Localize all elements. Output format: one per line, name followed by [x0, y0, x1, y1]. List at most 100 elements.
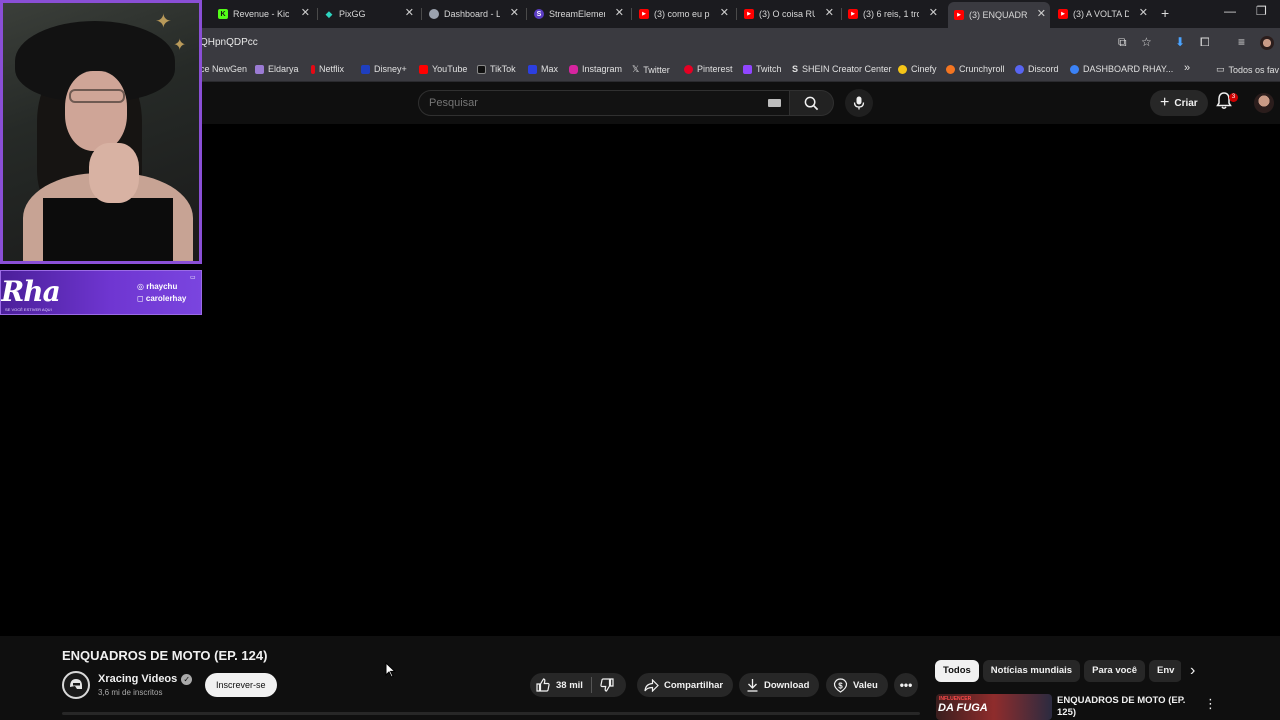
bookmark-label: Netflix: [319, 64, 345, 74]
bookmark-twitch[interactable]: Twitch: [743, 64, 782, 74]
minimize-icon[interactable]: —: [1224, 4, 1236, 18]
search-button[interactable]: [790, 90, 834, 116]
chip-env[interactable]: Env: [1149, 660, 1181, 682]
channel-name[interactable]: Xracing Videos ✓: [98, 673, 193, 685]
bookmark-pinterest[interactable]: Pinterest: [684, 64, 733, 74]
bookmark-max[interactable]: Max: [528, 64, 558, 74]
tab-youtube-active[interactable]: ▶ (3) ENQUADRO ✕: [948, 2, 1050, 28]
bookmark-label: DASHBOARD RHAY...: [1083, 64, 1174, 74]
tab-dashboard[interactable]: Dashboard - L ✕: [429, 4, 523, 24]
tiktok-icon: [477, 64, 486, 74]
bookmark-tiktok[interactable]: TikTok: [477, 64, 516, 74]
bookmark-label: Instagram: [582, 64, 623, 74]
extensions-icon[interactable]: ⧠: [1200, 35, 1210, 50]
share-icon: [644, 678, 659, 692]
close-tab-icon[interactable]: ✕: [720, 6, 729, 19]
subscribe-button[interactable]: Inscrever-se: [205, 673, 277, 697]
tab-title: (3) ENQUADRO: [969, 10, 1027, 20]
bookmark-twitter[interactable]: 𝕏 Twitter: [632, 64, 670, 75]
menu-icon[interactable]: ≡: [1238, 35, 1245, 49]
share-button[interactable]: Compartilhar: [637, 673, 734, 697]
dislike-button[interactable]: [600, 678, 614, 692]
url-text[interactable]: QHpnQDPcc: [200, 37, 258, 48]
close-tab-icon[interactable]: ✕: [615, 6, 624, 19]
bookmark-eldarya[interactable]: Eldarya: [255, 64, 299, 74]
vertical-dots-icon[interactable]: ⋮: [1204, 696, 1217, 712]
webcam-glasses: [69, 89, 125, 103]
bookmark-instagram[interactable]: Instagram: [569, 64, 622, 74]
voice-search-button[interactable]: [845, 89, 873, 117]
account-avatar[interactable]: [1254, 93, 1274, 113]
share-label: Compartilhar: [664, 679, 724, 691]
notification-count-badge: 3: [1229, 93, 1238, 102]
bookmark-disney[interactable]: Disney+: [361, 64, 407, 74]
tab-title: (3) 6 reis, 1 tro: [863, 9, 919, 19]
video-info: ENQUADROS DE MOTO (EP. 124) Xracing Vide…: [0, 636, 1280, 720]
bookmark-cinefy[interactable]: Cinefy: [898, 64, 937, 74]
cast-icon[interactable]: ⧉: [1118, 35, 1127, 50]
recommendation-title[interactable]: ENQUADROS DE MOTO (EP. 125): [1057, 695, 1197, 719]
new-tab-icon[interactable]: +: [1161, 5, 1169, 21]
recommendation-thumbnail[interactable]: INFLUENCER DA FUGA: [936, 694, 1052, 720]
download-button[interactable]: Download: [739, 673, 820, 697]
download-icon[interactable]: ⬇: [1175, 35, 1185, 49]
more-bookmarks-icon[interactable]: »: [1184, 62, 1190, 74]
tab-streamelements[interactable]: S StreamElement ✕: [534, 4, 628, 24]
bookmark-netflix[interactable]: Netflix: [311, 64, 344, 74]
close-tab-icon[interactable]: ✕: [1139, 6, 1148, 19]
youtube-icon: ▶: [954, 10, 964, 20]
youtube-icon: ▶: [744, 9, 754, 19]
chip-todos[interactable]: Todos: [935, 660, 979, 682]
profile-avatar[interactable]: [1260, 36, 1274, 50]
tab-youtube-1[interactable]: ▶ (3) como eu pr ✕: [639, 4, 733, 24]
tab-title: Dashboard - L: [444, 9, 500, 19]
star-icon: ✦: [155, 11, 172, 33]
create-button[interactable]: + Criar: [1150, 90, 1208, 116]
bookmark-youtube[interactable]: YouTube: [419, 64, 467, 74]
like-button[interactable]: 38 mil: [536, 678, 583, 692]
chevron-right-icon[interactable]: ›: [1190, 662, 1195, 680]
close-tab-icon[interactable]: ✕: [405, 6, 414, 19]
youtube-icon: ▶: [639, 9, 649, 19]
bookmark-newgen[interactable]: ce NewGen: [200, 64, 247, 74]
subscriber-count: 3,6 mi de inscritos: [98, 688, 163, 697]
close-tab-icon[interactable]: ✕: [301, 6, 310, 19]
thanks-button[interactable]: $ Valeu: [826, 673, 888, 697]
chip-para-voce[interactable]: Para você: [1084, 660, 1146, 682]
tab-divider: [317, 8, 318, 20]
tab-title: (3) O coisa RU: [759, 9, 815, 19]
tab-youtube-4[interactable]: ▶ (3) A VOLTA D ✕: [1058, 4, 1152, 24]
all-bookmarks[interactable]: ▭ Todos os fav: [1216, 64, 1279, 75]
more-actions-button[interactable]: •••: [894, 673, 918, 697]
maximize-icon[interactable]: ❐: [1256, 4, 1267, 18]
screen: K Revenue - Kick ✕ ◆ PixGG ✕ Dashboard -…: [0, 0, 1280, 720]
instagram-icon: [569, 64, 578, 74]
close-tab-icon[interactable]: ✕: [1037, 7, 1046, 20]
bookmark-star-icon[interactable]: ☆: [1141, 35, 1152, 49]
close-tab-icon[interactable]: ✕: [510, 6, 519, 19]
bookmark-dashboard-rhay[interactable]: DASHBOARD RHAY...: [1070, 64, 1173, 74]
bookmark-label: Eldarya: [268, 64, 299, 74]
helmet-icon: [70, 679, 82, 689]
close-tab-icon[interactable]: ✕: [825, 6, 834, 19]
close-tab-icon[interactable]: ✕: [929, 6, 938, 19]
bookmark-discord[interactable]: Discord: [1015, 64, 1059, 74]
channel-avatar[interactable]: [62, 671, 90, 699]
bookmark-label: Twitch: [756, 64, 782, 74]
bookmark-label: Cinefy: [911, 64, 937, 74]
tab-youtube-2[interactable]: ▶ (3) O coisa RU ✕: [744, 4, 838, 24]
tab-youtube-3[interactable]: ▶ (3) 6 reis, 1 tro ✕: [848, 4, 942, 24]
twitch-icon: [743, 64, 752, 74]
tab-revenue-kick[interactable]: K Revenue - Kick ✕: [218, 4, 314, 24]
bookmark-shein[interactable]: S SHEIN Creator Center: [792, 64, 892, 74]
chip-noticias-mundiais[interactable]: Notícias mundiais: [982, 660, 1081, 682]
tab-pixgg[interactable]: ◆ PixGG ✕: [324, 4, 418, 24]
keyboard-icon[interactable]: [768, 99, 781, 107]
bookmark-crunchyroll[interactable]: Crunchyroll: [946, 64, 1005, 74]
kick-icon: K: [218, 9, 228, 19]
like-divider: [590, 677, 592, 693]
bookmark-label: Disney+: [374, 64, 407, 74]
folder-icon: ▭: [1216, 64, 1225, 74]
search-input[interactable]: [419, 91, 719, 115]
streamer-tagline: SE VOCÊ ESTIVER AQUI: [5, 307, 52, 312]
